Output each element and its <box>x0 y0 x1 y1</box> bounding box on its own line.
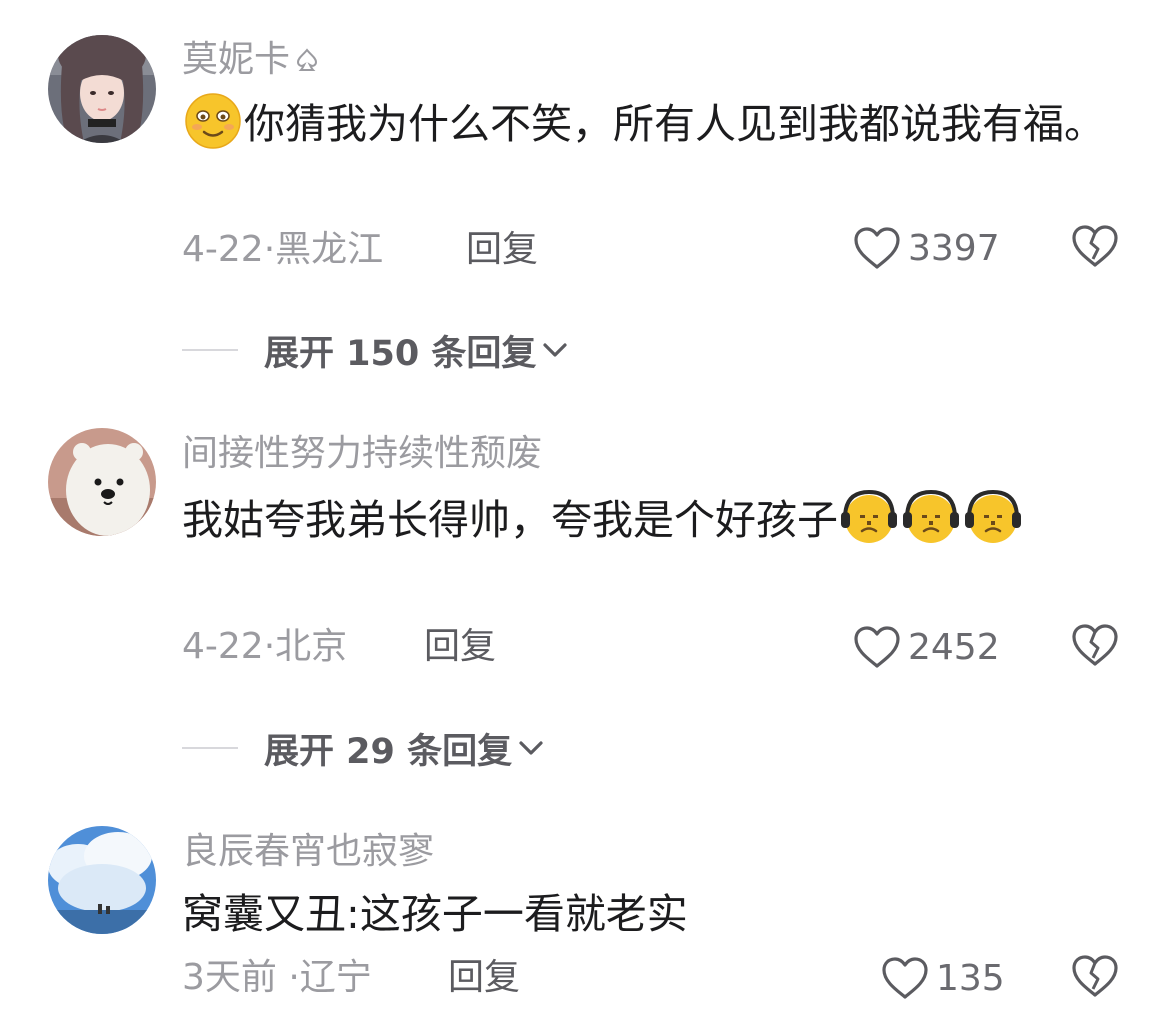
like-button[interactable]: 3397 <box>852 223 1000 273</box>
expand-replies-button[interactable]: 展开 150 条回复 <box>182 325 570 375</box>
heart-outline-icon <box>882 957 928 999</box>
headphone-face-emoji <box>965 489 1021 543</box>
comment-text: 我姑夸我弟长得帅，夸我是个好孩子 <box>182 488 1062 550</box>
comment-meta: 3天前 ·辽宁 <box>182 957 372 998</box>
spade-outline-icon <box>297 48 318 71</box>
chevron-down-icon <box>519 741 543 755</box>
headphone-face-emoji <box>903 489 959 543</box>
username[interactable]: 良辰春宵也寂寥 <box>182 830 434 874</box>
username[interactable]: 莫妮卡 <box>182 38 320 82</box>
broken-heart-icon[interactable] <box>1070 622 1120 668</box>
avatar[interactable] <box>48 35 156 143</box>
comment-meta: 4-22·北京 <box>182 626 348 667</box>
divider-line <box>182 747 238 749</box>
broken-heart-icon[interactable] <box>1070 953 1120 999</box>
headphone-face-emoji <box>841 489 897 543</box>
like-count: 135 <box>936 957 1005 999</box>
reply-button[interactable]: 回复 <box>448 956 520 1000</box>
heart-outline-icon <box>854 227 900 269</box>
expand-replies-button[interactable]: 展开 29 条回复 <box>182 723 546 773</box>
like-button[interactable]: 135 <box>880 953 1005 1003</box>
reply-button[interactable]: 回复 <box>424 625 496 669</box>
username[interactable]: 间接性努力持续性颓废 <box>182 432 542 476</box>
comment-text: 你猜我为什么不笑，所有人见到我都说我有福。 <box>182 92 1112 154</box>
reply-button[interactable]: 回复 <box>466 228 538 272</box>
like-count: 2452 <box>908 626 1000 668</box>
smirk-face-emoji <box>185 93 241 149</box>
divider-line <box>182 349 238 351</box>
like-button[interactable]: 2452 <box>852 622 1000 672</box>
broken-heart-icon[interactable] <box>1070 223 1120 269</box>
heart-outline-icon <box>854 626 900 668</box>
like-count: 3397 <box>908 227 1000 269</box>
avatar[interactable] <box>48 428 156 536</box>
avatar[interactable] <box>48 826 156 934</box>
comment-meta: 4-22·黑龙江 <box>182 229 384 270</box>
chevron-down-icon <box>543 343 568 357</box>
comment-text: 窝囊又丑:这孩子一看就老实 <box>182 890 688 938</box>
